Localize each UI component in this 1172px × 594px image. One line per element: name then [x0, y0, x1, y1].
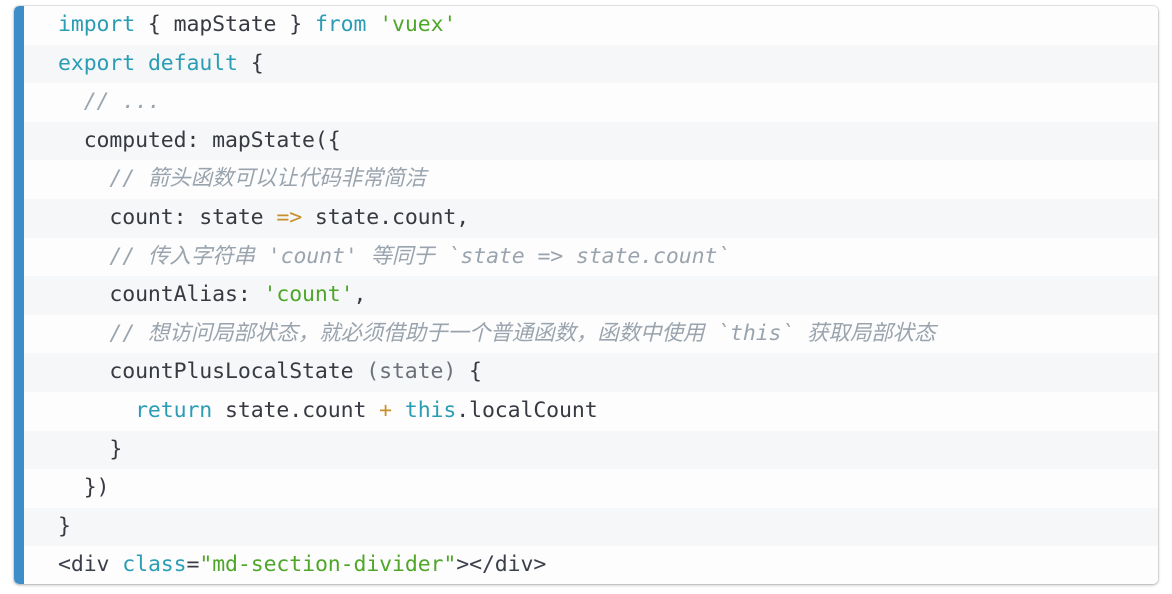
code-token-plain: mapState	[173, 12, 277, 37]
code-token-comment: // ...	[58, 89, 161, 115]
code-token-keyword: from	[314, 12, 367, 37]
code-line: // 想访问局部状态，就必须借助于一个普通函数，函数中使用 `this` 获取局…	[14, 314, 1158, 354]
code-line: // ...	[14, 83, 1158, 122]
code-token-plain: {	[456, 359, 482, 385]
code-block[interactable]: import { mapState } from 'vuex' export de…	[14, 6, 1158, 584]
code-token-plain: {	[237, 50, 264, 76]
code-token-operator: +	[379, 397, 392, 423]
code-token-plain: =	[186, 552, 200, 578]
code-token-plain: }	[58, 436, 123, 462]
code-token-comment: // 想访问局部状态，就必须借助于一个普通函数，函数中使用 `this` 获取局…	[58, 320, 936, 346]
code-line: countPlusLocalState (state) {	[14, 353, 1158, 392]
code-line: export default {	[14, 44, 1158, 84]
code-token-plain: computed:	[58, 127, 213, 153]
code-token-string: 'count'	[263, 282, 354, 308]
code-line: })	[14, 469, 1158, 508]
code-token-tag: <div	[58, 552, 110, 578]
code-token-keyword: export	[58, 50, 136, 76]
code-token-string: 'vuex'	[379, 12, 457, 37]
code-token-attr: class	[122, 552, 187, 578]
code-token-plain: countAlias:	[58, 282, 264, 308]
code-token-tag: </div>	[469, 552, 547, 578]
code-token-plain: }	[58, 513, 71, 539]
code-token-comment: // 箭头函数可以让代码非常简洁	[58, 166, 427, 192]
code-token-plain: state.count,	[302, 204, 470, 230]
code-token-comment: // 传入字符串 'count' 等同于 `state => state.cou…	[58, 243, 731, 269]
code-line: return state.count + this.localCount	[14, 391, 1158, 431]
code-token-plain: {	[135, 12, 174, 37]
code-line: count: state => state.count,	[14, 198, 1158, 238]
code-token-string: "md-section-divider"	[199, 552, 457, 578]
code-token-plain: count: state	[58, 204, 277, 230]
code-line: <div class="md-section-divider"></div>	[14, 546, 1158, 584]
code-token-operator: =>	[276, 204, 303, 230]
code-token-this: this	[404, 397, 457, 423]
code-token-keyword: import	[58, 12, 136, 37]
code-line: // 传入字符串 'count' 等同于 `state => state.cou…	[14, 237, 1158, 277]
code-token-keyword: return	[135, 397, 213, 423]
code-token-plain: }	[276, 12, 315, 37]
code-token-punct: (state)	[366, 359, 457, 385]
code-token-keyword: default	[147, 50, 238, 76]
code-token-plain: countPlusLocalState	[58, 359, 367, 385]
code-block-accent-bar	[14, 6, 24, 584]
code-token-plain: })	[58, 475, 110, 501]
code-line: // 箭头函数可以让代码非常简洁	[14, 160, 1158, 199]
code-token-plain: ({	[314, 127, 341, 153]
code-token-plain: state.count	[212, 397, 380, 423]
code-lines-container: import { mapState } from 'vuex' export de…	[14, 6, 1158, 584]
code-token-plain: ,	[353, 282, 367, 308]
code-line: }	[14, 430, 1158, 470]
code-line: countAlias: 'count',	[14, 276, 1158, 315]
code-line: }	[14, 507, 1158, 547]
code-token-tag: >	[456, 552, 470, 578]
code-token-plain: .localCount	[456, 397, 598, 423]
code-line: computed: mapState({	[14, 121, 1158, 161]
code-line: import { mapState } from 'vuex'	[14, 6, 1158, 45]
code-token-function: mapState	[212, 127, 315, 153]
